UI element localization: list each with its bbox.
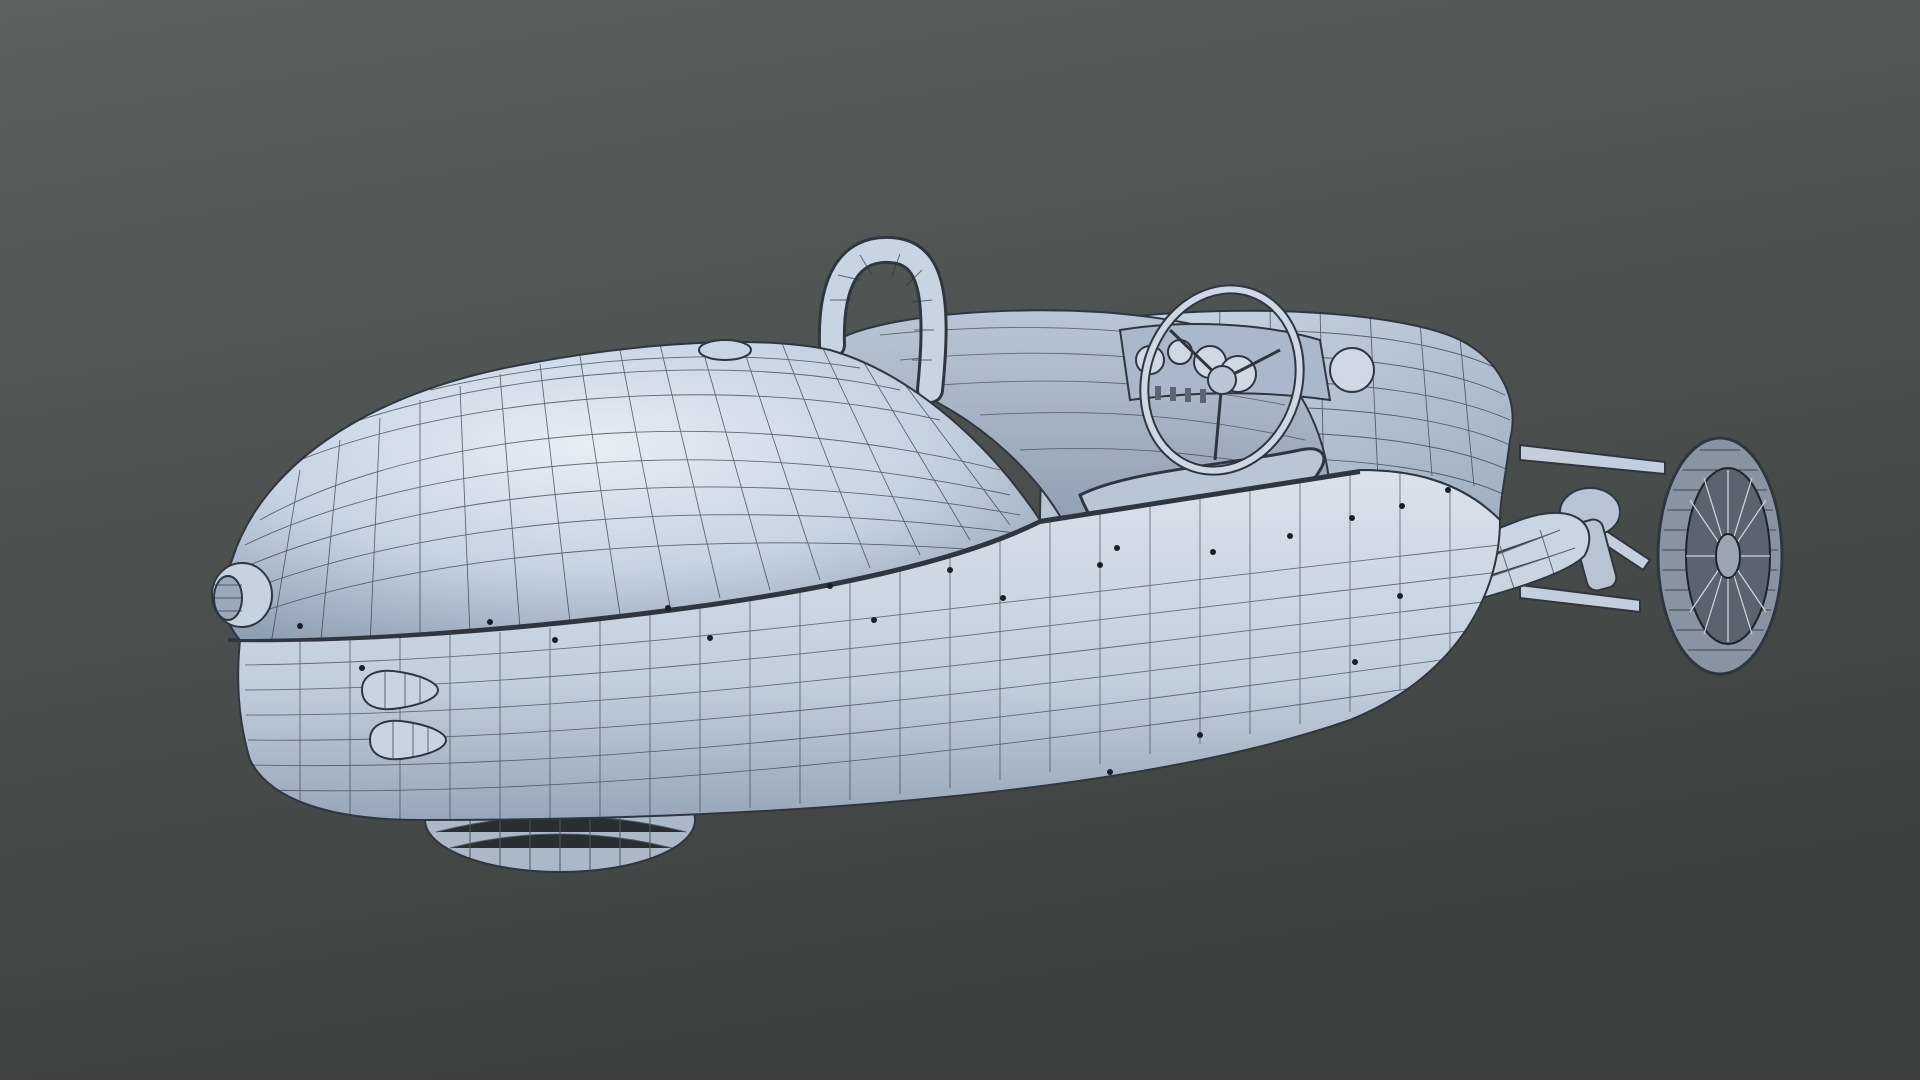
3d-viewport[interactable] xyxy=(0,0,1920,1080)
tail-light xyxy=(211,562,273,628)
render-canvas[interactable] xyxy=(0,0,1920,1080)
fuel-cap xyxy=(698,339,752,361)
rear-wheel xyxy=(1656,436,1784,676)
